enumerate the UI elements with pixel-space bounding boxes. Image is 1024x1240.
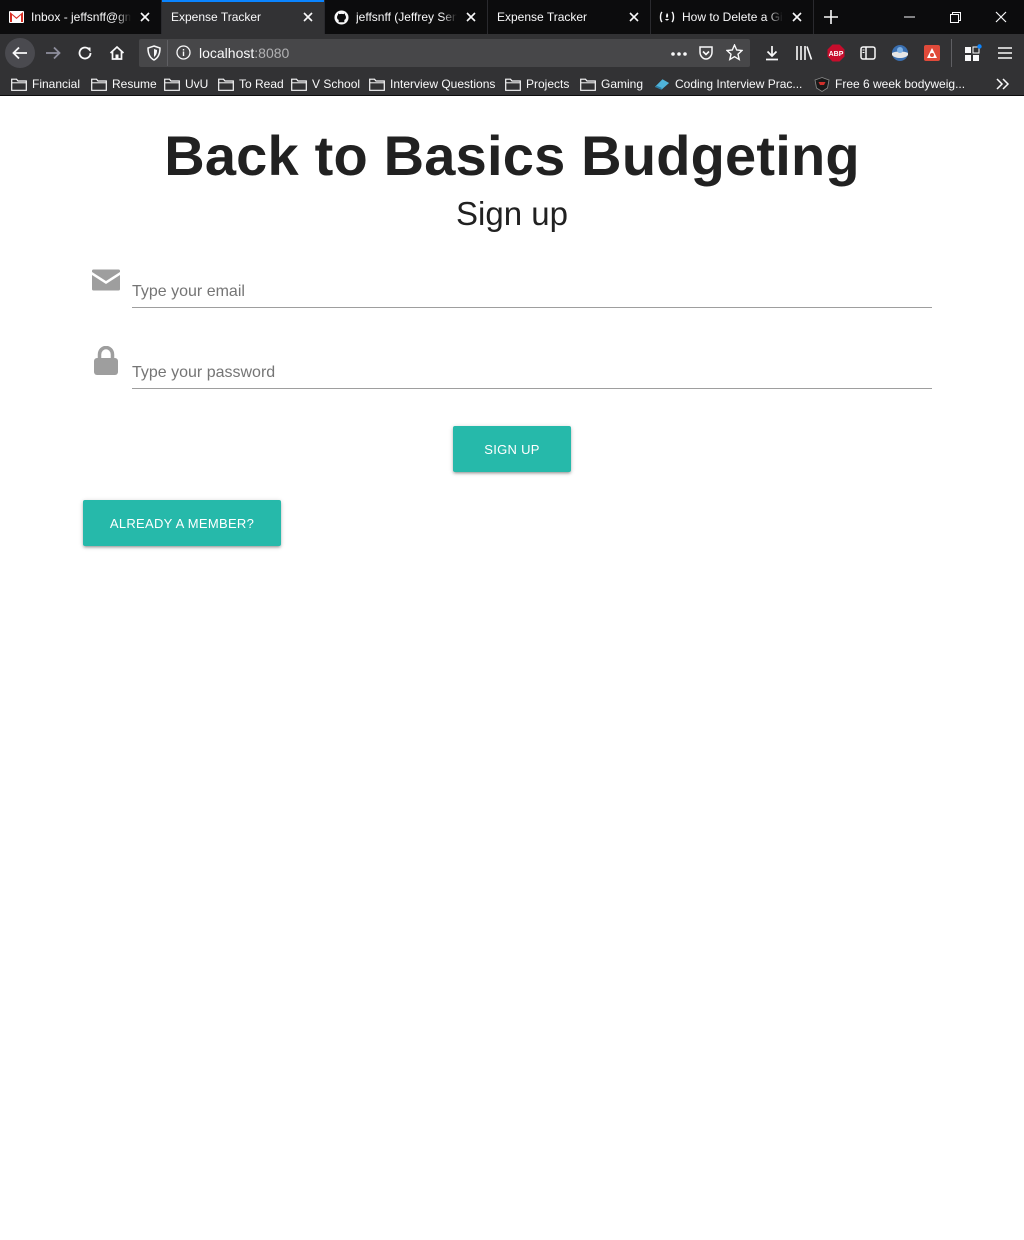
page-actions-icon[interactable] [670, 47, 688, 65]
new-tab-button[interactable] [814, 0, 848, 34]
bookmark-coding-interview[interactable]: Coding Interview Prac... [654, 75, 802, 93]
tab-title: Expense Tracker [497, 10, 588, 24]
tab-strip: Inbox - jeffsnff@gmail.com Expense Track… [0, 0, 1024, 34]
forward-button[interactable] [38, 38, 68, 68]
bookmark-financial[interactable]: Financial [11, 75, 80, 93]
address-bar[interactable]: localhost:8080 [139, 39, 750, 67]
close-tab-icon[interactable] [463, 9, 479, 25]
close-tab-icon[interactable] [626, 9, 642, 25]
bookmark-interview-questions[interactable]: Interview Questions [369, 75, 495, 93]
site-info-icon[interactable] [176, 45, 191, 65]
toolbar-separator [951, 39, 952, 67]
folder-icon [291, 77, 307, 91]
bookmark-label: Resume [112, 77, 157, 91]
reload-button[interactable] [70, 38, 100, 68]
gmail-icon [8, 9, 24, 25]
downloads-icon[interactable] [757, 38, 787, 68]
folder-icon [11, 77, 27, 91]
menu-icon[interactable] [990, 38, 1020, 68]
freecodecamp-icon [659, 9, 675, 25]
folder-icon [505, 77, 521, 91]
bookmark-bodyweight[interactable]: Free 6 week bodyweig... [814, 75, 965, 93]
bookmark-label: To Read [239, 77, 284, 91]
page-content: Back to Basics Budgeting Sign up Sign Up… [0, 96, 1024, 1240]
bookmark-resume[interactable]: Resume [91, 75, 157, 93]
tab-expense-tracker-active[interactable]: Expense Tracker [162, 0, 325, 34]
extensions-icon[interactable] [958, 38, 988, 68]
email-field [90, 264, 932, 312]
tab-title: How to Delete a Git Branch [682, 10, 783, 24]
bookmark-v-school[interactable]: V School [291, 75, 360, 93]
bookmark-projects[interactable]: Projects [505, 75, 569, 93]
extension-red-icon[interactable] [917, 38, 947, 68]
minimize-button[interactable] [886, 0, 932, 34]
bookmark-to-read[interactable]: To Read [218, 75, 284, 93]
adblock-icon[interactable]: ABP [821, 38, 851, 68]
github-icon [333, 9, 349, 25]
home-button[interactable] [102, 38, 132, 68]
folder-icon [218, 77, 234, 91]
tab-inbox[interactable]: Inbox - jeffsnff@gmail.com [0, 0, 162, 34]
folder-icon [369, 77, 385, 91]
bookmark-label: UvU [185, 77, 209, 91]
close-tab-icon[interactable] [300, 9, 316, 25]
envelope-icon [90, 264, 122, 296]
folder-icon [91, 77, 107, 91]
url-port: :8080 [254, 45, 290, 61]
email-input[interactable] [132, 276, 932, 308]
tab-github[interactable]: jeffsnff (Jeffrey Senff) [325, 0, 488, 34]
url-host: localhost [199, 45, 255, 61]
fitness-site-icon [814, 76, 830, 92]
bookmark-label: Projects [526, 77, 570, 91]
bookmark-label: Free 6 week bodyweig... [835, 77, 966, 91]
bookmark-star-icon[interactable] [725, 43, 744, 66]
url-text[interactable]: localhost:8080 [199, 45, 289, 61]
more-bookmarks-icon[interactable] [996, 75, 1010, 93]
sign-up-button[interactable]: Sign Up [453, 426, 571, 472]
form-title: Sign up [456, 195, 568, 232]
url-separator [167, 40, 168, 66]
bookmarks-toolbar: Financial Resume UvU To Read V School In… [0, 72, 1024, 96]
coding-interview-icon [654, 77, 670, 91]
bookmark-uvu[interactable]: UvU [164, 75, 208, 93]
lock-icon [90, 345, 122, 377]
shield-icon[interactable] [147, 45, 161, 66]
extension-globe-icon[interactable] [885, 38, 915, 68]
back-button[interactable] [5, 38, 35, 68]
folder-icon [580, 77, 596, 91]
library-icon[interactable] [789, 38, 819, 68]
bookmark-label: Coding Interview Prac... [675, 77, 803, 91]
sidebar-icon[interactable] [853, 38, 883, 68]
password-field [90, 345, 932, 393]
bookmark-label: Financial [32, 77, 81, 91]
tab-title: Expense Tracker [171, 10, 262, 24]
app-title: Back to Basics Budgeting [164, 124, 860, 187]
bookmark-gaming[interactable]: Gaming [580, 75, 643, 93]
already-member-button[interactable]: Already a member? [83, 500, 281, 546]
bookmark-label: Gaming [601, 77, 644, 91]
close-tab-icon[interactable] [137, 9, 153, 25]
pocket-icon[interactable] [698, 45, 714, 66]
restore-button[interactable] [932, 0, 978, 34]
tab-title: jeffsnff (Jeffrey Senff) [356, 10, 457, 24]
close-window-button[interactable] [978, 0, 1024, 34]
close-tab-icon[interactable] [789, 9, 805, 25]
tab-freecodecamp[interactable]: How to Delete a Git Branch [651, 0, 814, 34]
bookmark-label: Interview Questions [390, 77, 496, 91]
svg-text:ABP: ABP [829, 51, 844, 58]
password-input[interactable] [132, 357, 932, 389]
tab-title: Inbox - jeffsnff@gmail.com [31, 10, 131, 24]
navigation-toolbar: localhost:8080 ABP [0, 34, 1024, 72]
tab-expense-tracker[interactable]: Expense Tracker [488, 0, 651, 34]
folder-icon [164, 77, 180, 91]
bookmark-label: V School [312, 77, 361, 91]
